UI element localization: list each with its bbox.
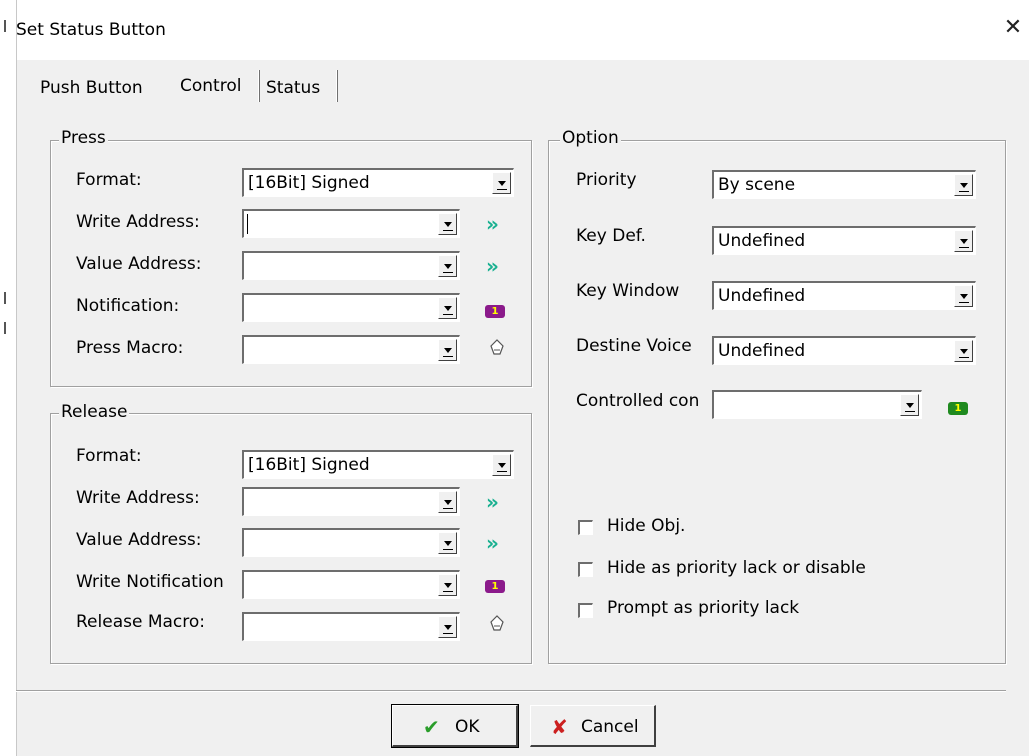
tab-separator [336, 70, 338, 102]
press-group-label: Press [59, 128, 108, 148]
press-format-select[interactable]: [16Bit] Signed [242, 168, 514, 197]
chevron-down-icon[interactable] [954, 230, 973, 252]
edge-mark [4, 322, 12, 334]
release-value-address-browse-icon[interactable]: » [486, 531, 499, 555]
press-notification-icon[interactable]: 1 [485, 305, 505, 318]
chevron-down-icon[interactable] [438, 213, 457, 235]
chevron-down-icon[interactable] [900, 394, 919, 416]
tab-separator [258, 70, 260, 102]
keydef-select[interactable]: Undefined [712, 226, 976, 255]
press-notification-label: Notification: [76, 296, 180, 316]
chevron-down-icon[interactable] [954, 285, 973, 307]
cancel-button[interactable]: ✘ Cancel [530, 705, 656, 747]
destine-voice-value: Undefined [718, 341, 806, 361]
prompt-priority-checkbox[interactable] [578, 603, 593, 618]
release-macro-label: Release Macro: [76, 612, 206, 632]
hide-priority-label: Hide as priority lack or disable [607, 558, 866, 578]
press-write-address-label: Write Address: [76, 212, 200, 232]
macro-edit-icon[interactable] [488, 338, 506, 358]
release-group-label: Release [59, 402, 130, 422]
release-write-address-browse-icon[interactable]: » [486, 490, 499, 514]
ok-button[interactable]: ✔ OK [391, 704, 519, 748]
chevron-down-icon[interactable] [954, 340, 973, 362]
keydef-value: Undefined [718, 231, 806, 251]
edge-mark [4, 20, 12, 32]
keywindow-label: Key Window [576, 281, 680, 301]
controlled-notification-icon[interactable]: 1 [948, 402, 968, 415]
tab-control[interactable]: Control [180, 72, 241, 100]
keywindow-value: Undefined [718, 286, 806, 306]
text-caret [247, 214, 248, 234]
macro-edit-icon[interactable] [488, 614, 506, 634]
priority-value: By scene [718, 175, 796, 195]
release-notification-icon[interactable]: 1 [485, 580, 505, 593]
chevron-down-icon[interactable] [438, 491, 457, 513]
ok-label: OK [455, 717, 480, 737]
chevron-down-icon[interactable] [438, 574, 457, 596]
press-macro-field[interactable] [242, 335, 460, 364]
press-format-label: Format: [76, 170, 142, 190]
destine-voice-label: Destine Voice [576, 336, 692, 356]
chevron-down-icon[interactable] [954, 174, 973, 196]
release-format-value: [16Bit] Signed [248, 455, 370, 475]
hide-priority-checkbox[interactable] [578, 562, 593, 577]
controlled-label: Controlled con [576, 391, 700, 411]
option-group-label: Option [560, 128, 621, 148]
prompt-priority-label: Prompt as priority lack [607, 598, 800, 618]
release-value-address-field[interactable] [242, 528, 460, 557]
keydef-label: Key Def. [576, 226, 646, 246]
press-value-address-label: Value Address: [76, 254, 202, 274]
window-title: Set Status Button [16, 20, 166, 40]
chevron-down-icon[interactable] [492, 454, 511, 476]
cancel-label: Cancel [581, 717, 639, 737]
priority-select[interactable]: By scene [712, 170, 976, 199]
press-write-address-field[interactable] [242, 209, 460, 238]
chevron-down-icon[interactable] [492, 172, 511, 194]
edge-mark [4, 292, 12, 304]
keywindow-select[interactable]: Undefined [712, 281, 976, 310]
release-macro-field[interactable] [242, 612, 460, 641]
background-window-edge [0, 0, 17, 756]
chevron-down-icon[interactable] [438, 532, 457, 554]
chevron-down-icon[interactable] [438, 339, 457, 361]
release-value-address-label: Value Address: [76, 530, 202, 550]
release-format-label: Format: [76, 446, 142, 466]
press-format-value: [16Bit] Signed [248, 173, 370, 193]
hide-obj-checkbox[interactable] [578, 520, 593, 535]
release-notification-label: Write Notification [76, 572, 224, 592]
release-notification-field[interactable] [242, 570, 460, 599]
chevron-down-icon[interactable] [438, 616, 457, 638]
chevron-down-icon[interactable] [438, 255, 457, 277]
priority-label: Priority [576, 170, 637, 190]
release-format-select[interactable]: [16Bit] Signed [242, 450, 514, 479]
controlled-field[interactable] [712, 390, 922, 419]
press-value-address-field[interactable] [242, 251, 460, 280]
release-write-address-label: Write Address: [76, 488, 200, 508]
tab-status[interactable]: Status [266, 74, 320, 102]
press-macro-label: Press Macro: [76, 338, 184, 358]
close-icon[interactable]: ✕ [1000, 15, 1026, 41]
press-value-address-browse-icon[interactable]: » [486, 254, 499, 278]
destine-voice-select[interactable]: Undefined [712, 336, 976, 365]
divider [16, 690, 1006, 692]
press-write-address-browse-icon[interactable]: » [486, 212, 499, 236]
press-notification-field[interactable] [242, 293, 460, 322]
tab-push-button[interactable]: Push Button [40, 74, 143, 102]
release-write-address-field[interactable] [242, 487, 460, 516]
chevron-down-icon[interactable] [438, 297, 457, 319]
hide-obj-label: Hide Obj. [607, 516, 686, 536]
x-icon: ✘ [551, 715, 568, 739]
check-icon: ✔ [423, 715, 440, 739]
